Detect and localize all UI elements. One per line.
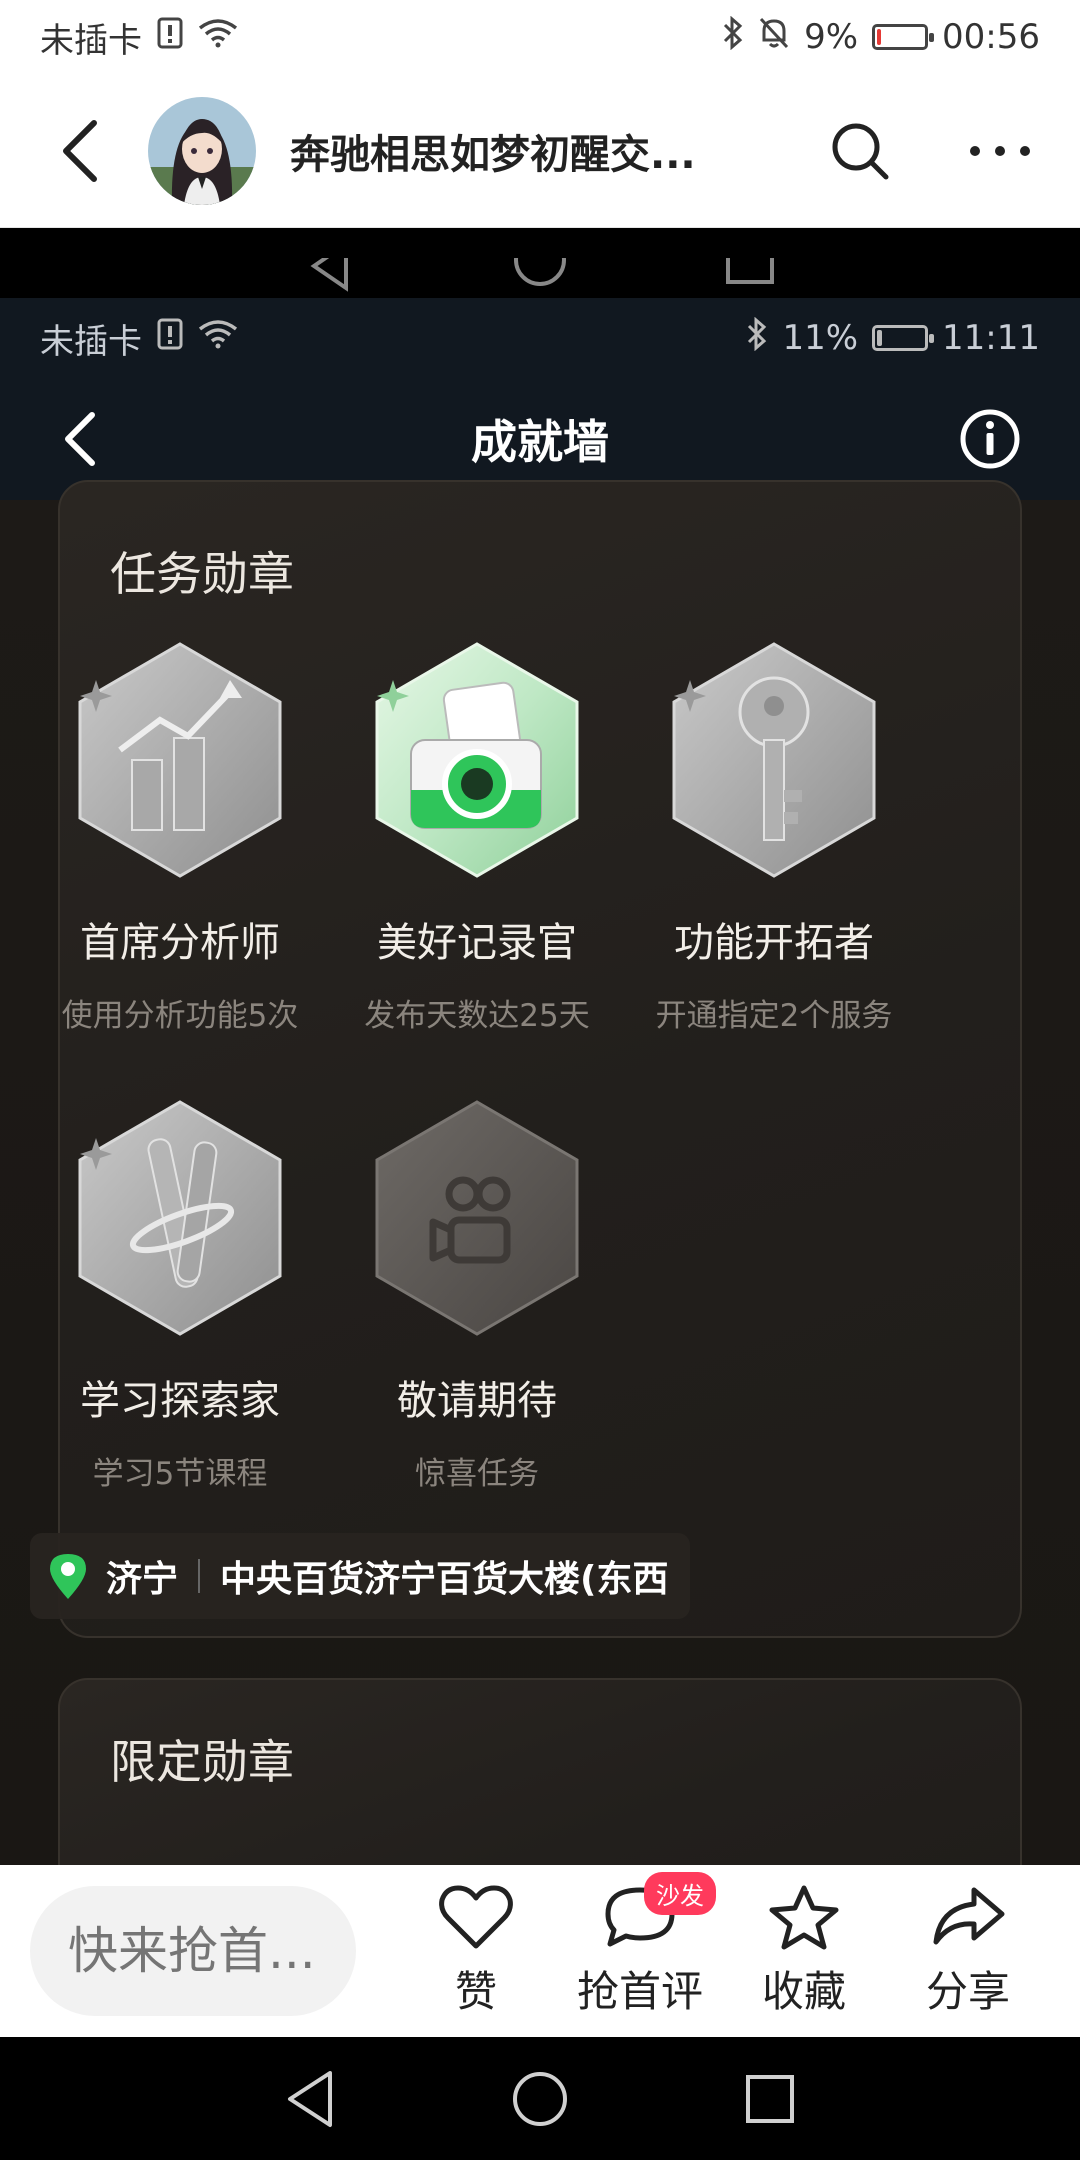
inner-status-bar: 未插卡 11% 11:11: [0, 298, 1080, 378]
author-avatar[interactable]: [148, 96, 256, 205]
medal-name: 美好记录官: [377, 920, 577, 966]
comment-label: 抢首评: [576, 1966, 703, 2016]
star-icon: [769, 1885, 839, 1949]
inner-wifi-icon: [198, 318, 238, 358]
medal-name: 学习探索家: [80, 1378, 280, 1424]
medal-desc: 学习5节课程: [92, 1456, 268, 1492]
inner-clock-time: 11:11: [942, 318, 1040, 358]
bluetooth-icon: [722, 15, 744, 59]
inner-sim-alert-icon: [156, 318, 184, 359]
battery-percent: 9%: [804, 17, 859, 57]
carrier-text: 未插卡: [40, 20, 142, 61]
task-medals-title: 任务勋章: [110, 547, 294, 601]
medal-coming-soon[interactable]: 敬请期待 惊喜任务: [327, 1098, 627, 1493]
back-button[interactable]: [40, 111, 120, 191]
medal-chief-analyst[interactable]: 首席分析师 使用分析功能5次: [30, 640, 330, 1035]
bottom-action-bar: 赞 沙发 抢首评 收藏 分享: [0, 1865, 1080, 2037]
chart-icon: [78, 642, 282, 878]
like-button[interactable]: 赞: [394, 1884, 558, 2019]
location-place: 中央百货济宁百货大楼(东西: [220, 1559, 669, 1600]
battery-icon: [872, 24, 935, 50]
share-label: 分享: [925, 1966, 1010, 2016]
scroll-icon: [78, 1100, 282, 1336]
location-tag[interactable]: 济宁 中央百货济宁百货大楼(东西: [30, 1533, 691, 1619]
post-image[interactable]: 未插卡 11% 11:11 成就墙 任务勋章 首席分析师 使用分析功能5次 美好…: [0, 228, 1080, 1865]
inner-carrier-text: 未插卡: [40, 321, 142, 362]
first-comment-button[interactable]: 沙发 抢首评: [558, 1871, 722, 2019]
sim-alert-icon: [156, 17, 184, 58]
inner-battery-percent: 11%: [782, 318, 859, 358]
inner-page-title: 成就墙: [471, 415, 609, 469]
medal-name: 功能开拓者: [674, 920, 874, 966]
location-city: 济宁: [106, 1559, 179, 1600]
favorite-button[interactable]: 收藏: [722, 1884, 886, 2019]
inner-battery-icon: [872, 325, 935, 351]
location-divider: [198, 1559, 201, 1593]
like-label: 赞: [454, 1966, 497, 2016]
location-pin-icon: [50, 1554, 86, 1599]
inner-chevron-left-icon: [65, 412, 95, 466]
inner-back-button[interactable]: [40, 399, 120, 479]
wifi-icon: [198, 17, 238, 57]
limited-medals-title: 限定勋章: [110, 1735, 294, 1789]
heart-icon: [439, 1885, 513, 1948]
more-button[interactable]: [960, 111, 1040, 191]
outer-header: 奔驰相思如梦初醒交...: [0, 74, 1080, 228]
medal-feature-pioneer[interactable]: 功能开拓者 开通指定2个服务: [624, 640, 924, 1035]
nav-recent-square-icon: [726, 258, 774, 284]
nav-recents-button[interactable]: [730, 2059, 810, 2139]
clock-time: 00:56: [942, 17, 1040, 57]
medal-desc: 发布天数达25天: [364, 998, 590, 1034]
key-icon: [672, 642, 876, 878]
system-nav-bar: [0, 2037, 1080, 2160]
comment-input[interactable]: [30, 1886, 356, 2016]
share-arrow-icon: [933, 1887, 1005, 1944]
nav-home-circle-icon: [513, 2071, 567, 2126]
limited-medals-card: 限定勋章: [58, 1678, 1022, 1865]
inner-bluetooth-icon: [746, 316, 768, 360]
camera-icon: [375, 642, 579, 878]
medal-desc: 使用分析功能5次: [61, 998, 299, 1034]
share-button[interactable]: 分享: [886, 1884, 1050, 2019]
nav-back-button[interactable]: [270, 2059, 350, 2139]
post-title: 奔驰相思如梦初醒交...: [290, 131, 696, 178]
nav-back-triangle-icon: [288, 2070, 332, 2127]
medal-name: 敬请期待: [397, 1378, 557, 1424]
kuaishou-icon: [375, 1100, 579, 1336]
more-dots-icon: [970, 145, 1030, 156]
nav-home-circle-icon: [514, 258, 566, 286]
mute-bell-icon: [758, 16, 790, 59]
favorite-label: 收藏: [761, 1966, 846, 2016]
search-icon: [832, 123, 889, 179]
medal-desc: 开通指定2个服务: [655, 998, 893, 1034]
achievement-content: 任务勋章 首席分析师 使用分析功能5次 美好记录官 发布天数达25天 功能开拓者…: [0, 480, 1080, 1865]
medal-record-officer[interactable]: 美好记录官 发布天数达25天: [327, 640, 627, 1035]
medal-name: 首席分析师: [80, 920, 280, 966]
search-button[interactable]: [820, 111, 900, 191]
medal-learning-explorer[interactable]: 学习探索家 学习5节课程: [30, 1098, 330, 1493]
outer-status-bar: 未插卡 9% 00:56: [0, 0, 1080, 74]
chevron-left-icon: [63, 119, 97, 182]
nav-back-triangle-icon: [310, 258, 348, 292]
sofa-badge: 沙发: [644, 1871, 716, 1915]
nav-recent-square-icon: [746, 2074, 794, 2123]
embedded-navbar: [0, 228, 1080, 298]
info-button[interactable]: [950, 399, 1030, 479]
task-medals-card: 任务勋章 首席分析师 使用分析功能5次 美好记录官 发布天数达25天 功能开拓者…: [58, 480, 1022, 1638]
nav-home-button[interactable]: [500, 2059, 580, 2139]
info-icon: [960, 409, 1020, 469]
medal-desc: 惊喜任务: [415, 1456, 539, 1492]
